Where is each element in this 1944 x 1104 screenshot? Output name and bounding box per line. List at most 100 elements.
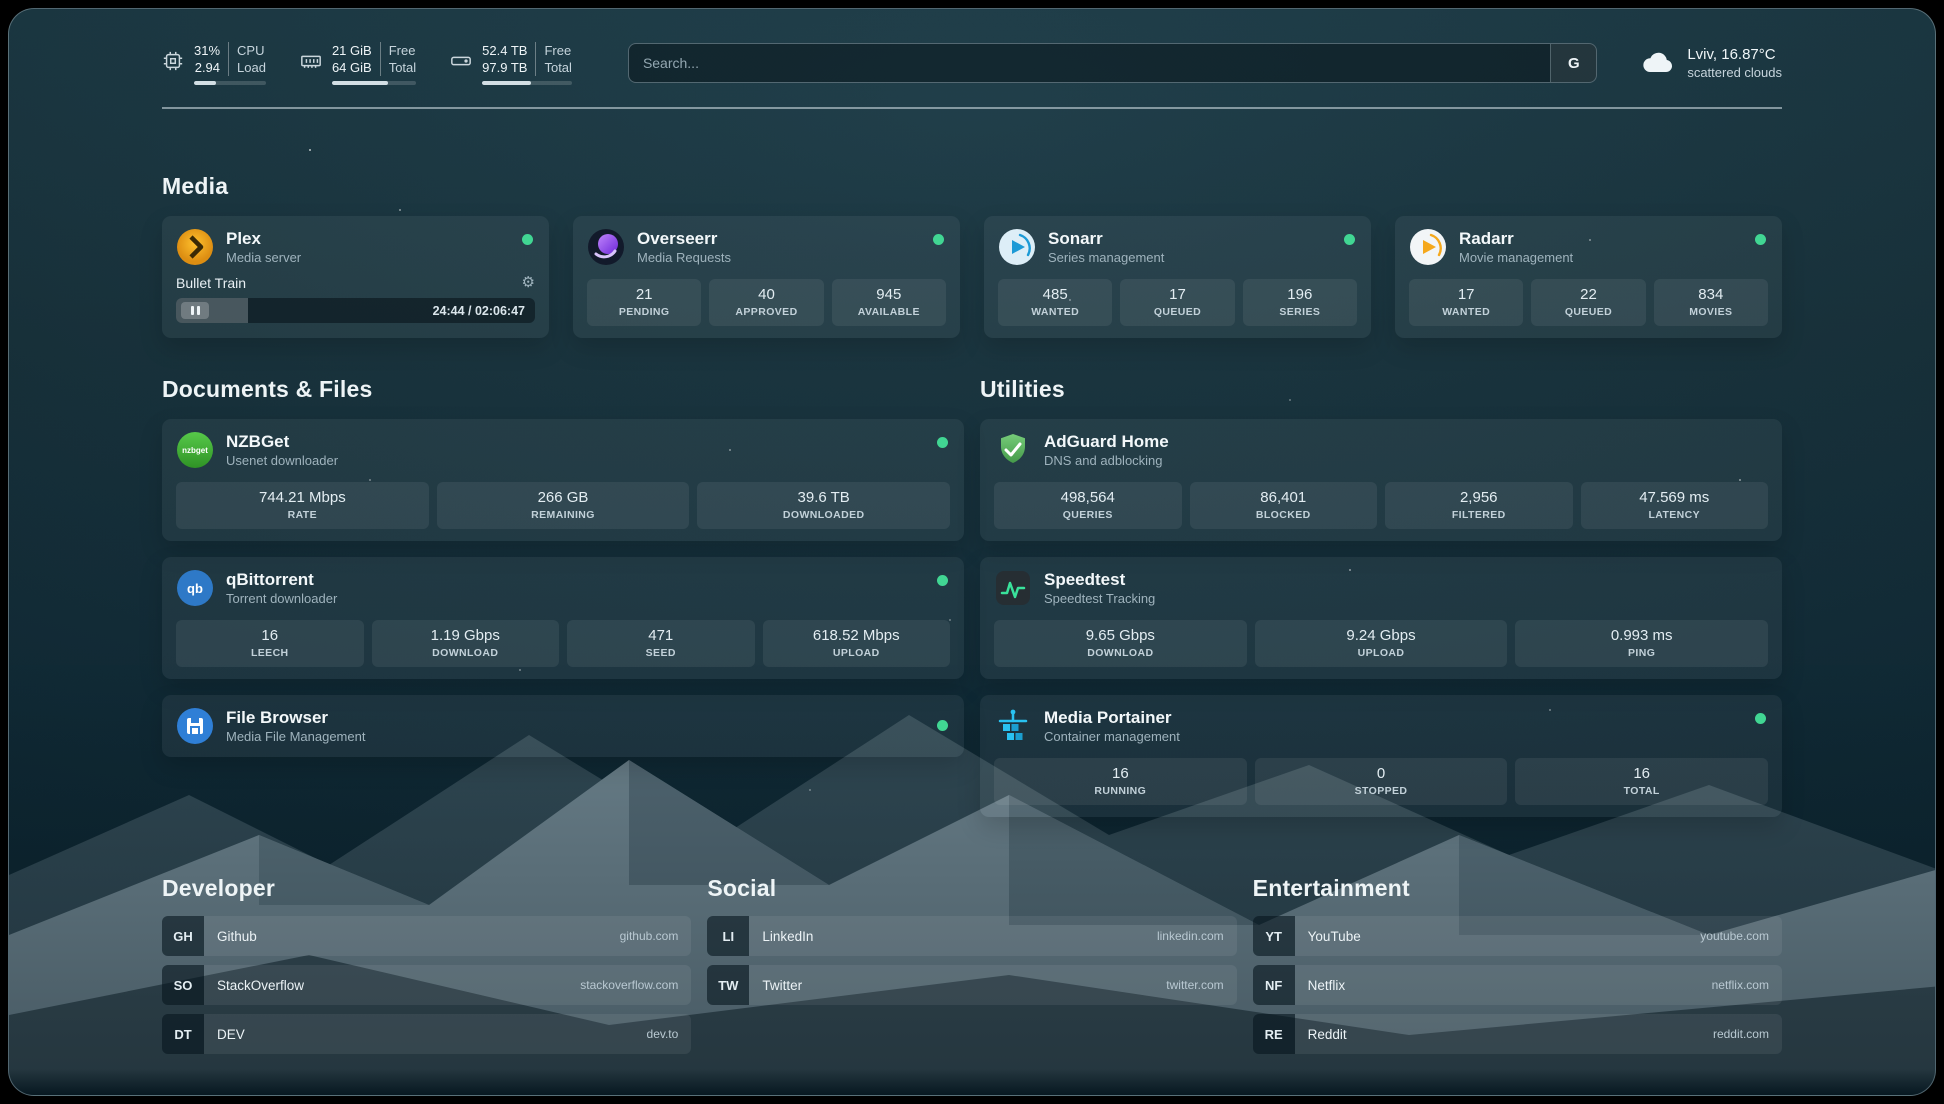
bookmark-dev[interactable]: DT DEV dev.to bbox=[162, 1014, 691, 1054]
stat-box: 86,401 BLOCKED bbox=[1190, 482, 1378, 529]
service-card-radarr[interactable]: Radarr Movie management 17 WANTED 22 QUE… bbox=[1395, 216, 1782, 338]
memory-free-label: Free bbox=[380, 42, 416, 59]
bookmark-linkedin[interactable]: LI LinkedIn linkedin.com bbox=[707, 916, 1236, 956]
search-provider-button[interactable]: G bbox=[1550, 44, 1596, 82]
pause-button[interactable] bbox=[181, 302, 209, 319]
adguard-subtitle: DNS and adblocking bbox=[1044, 452, 1169, 469]
cpu-label: CPU bbox=[228, 42, 266, 59]
overseerr-name: Overseerr bbox=[637, 228, 731, 249]
stat-label: RUNNING bbox=[998, 785, 1243, 798]
section-title-documents: Documents & Files bbox=[162, 376, 964, 403]
stat-value: 0.993 ms bbox=[1519, 626, 1764, 645]
stat-box: 471 SEED bbox=[567, 620, 755, 667]
portainer-icon bbox=[994, 707, 1032, 745]
disk-progress-fill bbox=[482, 81, 530, 85]
stat-label: PENDING bbox=[591, 306, 697, 319]
stat-value: 196 bbox=[1247, 285, 1353, 304]
filebrowser-subtitle: Media File Management bbox=[226, 728, 365, 745]
section-title-entertainment: Entertainment bbox=[1253, 875, 1782, 902]
bookmark-group-entertainment: Entertainment YT YouTube youtube.com NF … bbox=[1253, 875, 1782, 1063]
bottom-shade bbox=[9, 1069, 1935, 1095]
bookmark-abbr: DT bbox=[162, 1014, 204, 1054]
weather-texts: Lviv, 16.87°C scattered clouds bbox=[1687, 45, 1782, 81]
search-bar: G bbox=[628, 43, 1597, 83]
service-card-speedtest[interactable]: Speedtest Speedtest Tracking 9.65 Gbps D… bbox=[980, 557, 1782, 679]
service-card-sonarr[interactable]: Sonarr Series management 485 WANTED 17 Q… bbox=[984, 216, 1371, 338]
bookmark-url: linkedin.com bbox=[1157, 929, 1224, 943]
sonarr-name: Sonarr bbox=[1048, 228, 1164, 249]
memory-progress-fill bbox=[332, 81, 388, 85]
service-card-adguard[interactable]: AdGuard Home DNS and adblocking 498,564 … bbox=[980, 419, 1782, 541]
cpu-load-label: Load bbox=[228, 59, 266, 76]
stat-value: 485 bbox=[1002, 285, 1108, 304]
plex-header: Plex Media server bbox=[176, 228, 535, 266]
cloud-icon bbox=[1641, 50, 1675, 76]
stat-value: 39.6 TB bbox=[701, 488, 946, 507]
bookmark-name: Netflix bbox=[1308, 978, 1346, 993]
bookmark-url: youtube.com bbox=[1700, 929, 1769, 943]
stat-label: RATE bbox=[180, 509, 425, 522]
stat-value: 40 bbox=[713, 285, 819, 304]
stat-value: 945 bbox=[836, 285, 942, 304]
status-dot bbox=[937, 720, 948, 731]
now-playing-progress[interactable]: 24:44 / 02:06:47 bbox=[176, 298, 535, 323]
qbittorrent-header: qb qBittorrent Torrent downloader bbox=[176, 569, 950, 607]
stat-value: 17 bbox=[1413, 285, 1519, 304]
service-card-portainer[interactable]: Media Portainer Container management 16 … bbox=[980, 695, 1782, 817]
stat-label: QUEUED bbox=[1535, 306, 1641, 319]
service-card-plex[interactable]: Plex Media server Bullet Train ⚙ 24:44 /… bbox=[162, 216, 549, 338]
search-input[interactable] bbox=[629, 44, 1550, 82]
stat-value: 16 bbox=[1519, 764, 1764, 783]
plex-subtitle: Media server bbox=[226, 249, 301, 266]
stat-label: SERIES bbox=[1247, 306, 1353, 319]
bookmark-reddit[interactable]: RE Reddit reddit.com bbox=[1253, 1014, 1782, 1054]
stat-label: DOWNLOADED bbox=[701, 509, 946, 522]
nzbget-header: nzbget NZBGet Usenet downloader bbox=[176, 431, 950, 469]
service-card-qbittorrent[interactable]: qb qBittorrent Torrent downloader 16 LEE… bbox=[162, 557, 964, 679]
service-card-overseerr[interactable]: Overseerr Media Requests 21 PENDING 40 A… bbox=[573, 216, 960, 338]
bookmark-abbr: GH bbox=[162, 916, 204, 956]
stat-box: 0.993 ms PING bbox=[1515, 620, 1768, 667]
service-card-filebrowser[interactable]: File Browser Media File Management bbox=[162, 695, 964, 757]
entertainment-rows: YT YouTube youtube.com NF Netflix netfli… bbox=[1253, 916, 1782, 1054]
memory-widget: 21 GiB Free 64 GiB Total bbox=[300, 42, 416, 85]
nzbget-name: NZBGet bbox=[226, 431, 338, 452]
bookmark-github[interactable]: GH Github github.com bbox=[162, 916, 691, 956]
bookmark-abbr: NF bbox=[1253, 965, 1295, 1005]
stat-value: 16 bbox=[180, 626, 360, 645]
bookmark-name: Reddit bbox=[1308, 1027, 1347, 1042]
memory-free-value: 21 GiB bbox=[332, 42, 380, 59]
overseerr-subtitle: Media Requests bbox=[637, 249, 731, 266]
bookmark-abbr: TW bbox=[707, 965, 749, 1005]
status-dot bbox=[1755, 234, 1766, 245]
bookmark-body: Twitter twitter.com bbox=[749, 965, 1236, 1005]
stat-value: 2,956 bbox=[1389, 488, 1569, 507]
overseerr-stats: 21 PENDING 40 APPROVED 945 AVAILABLE bbox=[587, 279, 946, 326]
bookmark-stackoverflow[interactable]: SO StackOverflow stackoverflow.com bbox=[162, 965, 691, 1005]
bookmark-name: LinkedIn bbox=[762, 929, 813, 944]
section-title-media: Media bbox=[162, 173, 1782, 200]
stat-box: 498,564 QUERIES bbox=[994, 482, 1182, 529]
speedtest-subtitle: Speedtest Tracking bbox=[1044, 590, 1155, 607]
nzbget-stats: 744.21 Mbps RATE 266 GB REMAINING 39.6 T… bbox=[176, 482, 950, 529]
radarr-subtitle: Movie management bbox=[1459, 249, 1573, 266]
overseerr-header: Overseerr Media Requests bbox=[587, 228, 946, 266]
gear-icon[interactable]: ⚙ bbox=[522, 275, 535, 291]
bookmark-youtube[interactable]: YT YouTube youtube.com bbox=[1253, 916, 1782, 956]
bookmark-twitter[interactable]: TW Twitter twitter.com bbox=[707, 965, 1236, 1005]
stat-label: UPLOAD bbox=[1259, 647, 1504, 660]
radarr-stats: 17 WANTED 22 QUEUED 834 MOVIES bbox=[1409, 279, 1768, 326]
svg-text:nzbget: nzbget bbox=[182, 446, 208, 455]
status-dot bbox=[937, 437, 948, 448]
disk-total-value: 97.9 TB bbox=[482, 59, 535, 76]
bookmark-body: StackOverflow stackoverflow.com bbox=[204, 965, 691, 1005]
bookmark-netflix[interactable]: NF Netflix netflix.com bbox=[1253, 965, 1782, 1005]
bookmark-url: netflix.com bbox=[1712, 978, 1769, 992]
adguard-header: AdGuard Home DNS and adblocking bbox=[994, 431, 1768, 469]
bookmark-url: github.com bbox=[620, 929, 679, 943]
service-card-nzbget[interactable]: nzbget NZBGet Usenet downloader 744.21 M… bbox=[162, 419, 964, 541]
filebrowser-name: File Browser bbox=[226, 707, 365, 728]
stat-label: AVAILABLE bbox=[836, 306, 942, 319]
qbittorrent-stats: 16 LEECH 1.19 Gbps DOWNLOAD 471 SEED 6 bbox=[176, 620, 950, 667]
memory-total-value: 64 GiB bbox=[332, 59, 380, 76]
